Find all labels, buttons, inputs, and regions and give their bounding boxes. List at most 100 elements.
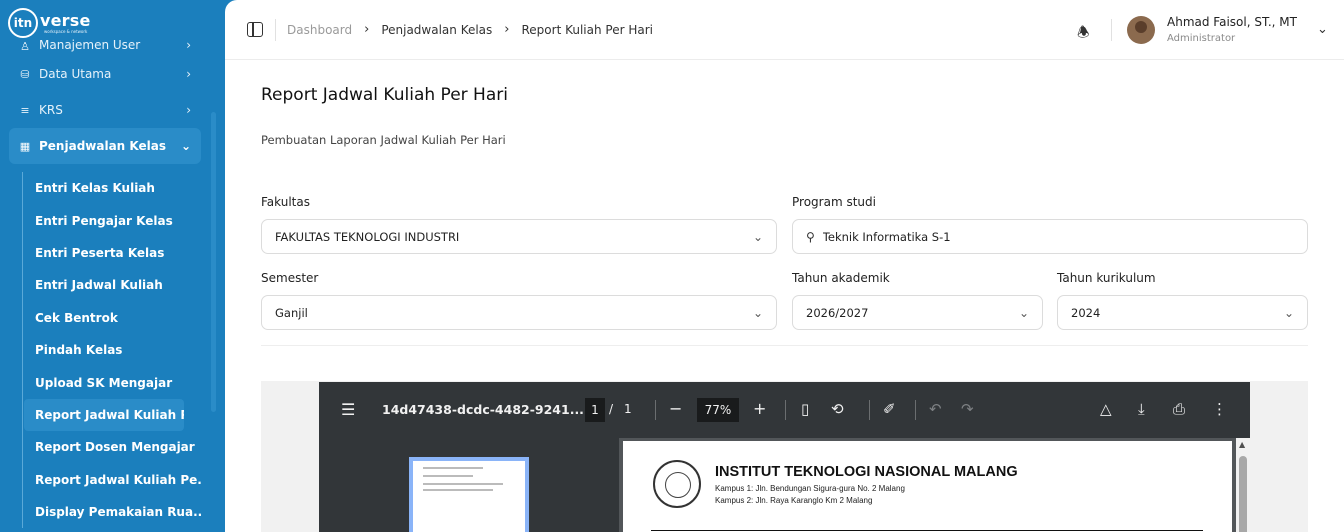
tahun-kurikulum-select[interactable]: 2024 ⌄ <box>1057 295 1308 330</box>
database-icon: ⛁ <box>20 67 30 81</box>
tahun-kurikulum-value: 2024 <box>1071 305 1101 320</box>
tahun-akademik-select[interactable]: 2026/2027 ⌄ <box>792 295 1043 330</box>
sidebar-item-penjadwalan-kelas[interactable]: ▦ Penjadwalan Kelas ⌄ <box>9 128 201 164</box>
sidebar-item-krs[interactable]: ≡ KRS › <box>9 92 201 128</box>
submenu-item[interactable]: Upload SK Mengajar <box>23 366 202 398</box>
download-icon[interactable]: ⤓ <box>1138 400 1145 418</box>
pdf-page: INSTITUT TEKNOLOGI NASIONAL MALANG Kampu… <box>623 441 1232 532</box>
prodi-value: Teknik Informatika S-1 <box>822 229 951 244</box>
thumbnail-text-line <box>423 489 493 491</box>
submenu-item[interactable]: Report Dosen Mengajar <box>23 431 202 463</box>
chevron-down-icon: ⌄ <box>752 229 763 244</box>
sidebar-scrollbar[interactable] <box>211 112 216 412</box>
toolbar-divider <box>915 400 916 420</box>
fakultas-label: Fakultas <box>261 195 310 209</box>
header-rule <box>651 530 1203 531</box>
zoom-in-icon[interactable]: + <box>753 399 766 418</box>
pdf-viewer: ☰ 14d47438-dcdc-4482-9241... 1 / 1 − 77%… <box>319 382 1250 532</box>
toolbar-divider <box>655 400 656 420</box>
menu-icon[interactable]: ☰ <box>341 400 355 419</box>
campus-2-address: Kampus 2: Jln. Raya Karanglo Km 2 Malang <box>715 496 873 505</box>
institution-seal <box>653 460 701 508</box>
sidebar-item-label: KRS <box>39 103 63 117</box>
pdf-thumbnail-panel <box>319 438 619 532</box>
breadcrumb-penjadwalan[interactable]: Penjadwalan Kelas <box>381 23 492 37</box>
annotate-icon[interactable]: ✐ <box>883 400 896 418</box>
submenu-penjadwalan-kelas: Entri Kelas Kuliah Entri Pengajar Kelas … <box>22 172 202 529</box>
zoom-level-input[interactable]: 77% <box>697 398 739 422</box>
pdf-filename: 14d47438-dcdc-4482-9241... <box>382 402 584 417</box>
calendar-icon: ▦ <box>19 139 31 153</box>
sidebar-item-data-utama[interactable]: ⛁ Data Utama › <box>9 56 201 92</box>
thumbnail-text-line <box>423 483 503 485</box>
print-icon[interactable]: ⎙ <box>1173 400 1185 418</box>
sidebar: itn verse workspace & network ♙ Manajeme… <box>0 0 225 532</box>
prodi-label: Program studi <box>792 195 876 209</box>
pdf-scrollbar[interactable]: ▲ <box>1236 438 1250 532</box>
tahun-kurikulum-label: Tahun kurikulum <box>1057 271 1156 285</box>
submenu-item[interactable]: Cek Bentrok <box>23 302 202 334</box>
chevron-down-icon: ⌄ <box>752 305 763 320</box>
save-to-drive-icon[interactable]: △ <box>1100 400 1112 418</box>
bell-icon[interactable]: 🕭 <box>1077 22 1091 41</box>
avatar[interactable] <box>1127 16 1155 44</box>
prodi-search-input[interactable]: ⚲ Teknik Informatika S-1 <box>792 219 1308 254</box>
page-thumbnail[interactable] <box>409 457 529 532</box>
rotate-icon[interactable]: ⟲ <box>831 400 844 418</box>
submenu-item[interactable]: Entri Jadwal Kuliah <box>23 269 202 301</box>
brand-logo[interactable]: itn verse workspace & network <box>8 8 91 38</box>
chevron-down-icon: ⌄ <box>1283 305 1294 320</box>
scroll-thumb[interactable] <box>1239 456 1247 532</box>
scroll-up-icon[interactable]: ▲ <box>1239 440 1245 449</box>
topbar-divider <box>275 19 276 41</box>
undo-icon[interactable]: ↶ <box>929 400 942 418</box>
sidebar-item-label: Manajemen User <box>39 38 141 52</box>
more-options-icon[interactable]: ⋮ <box>1212 400 1227 418</box>
breadcrumb-dashboard[interactable]: Dashboard <box>287 23 352 37</box>
topbar: Dashboard › Penjadwalan Kelas › Report K… <box>225 0 1344 60</box>
submenu-item[interactable]: Report Jadwal Kuliah Pe... <box>23 464 202 496</box>
redo-icon[interactable]: ↷ <box>961 400 974 418</box>
submenu-item-active[interactable]: Report Jadwal Kuliah Pe... <box>24 398 184 432</box>
tahun-akademik-value: 2026/2027 <box>806 305 869 320</box>
campus-1-address: Kampus 1: Jln. Bendungan Sigura-gura No.… <box>715 484 905 493</box>
fakultas-select[interactable]: FAKULTAS TEKNOLOGI INDUSTRI ⌄ <box>261 219 777 254</box>
chevron-down-icon[interactable]: ⌄ <box>1317 22 1328 37</box>
sidebar-item-label: Penjadwalan Kelas <box>39 139 166 153</box>
submenu-item[interactable]: Entri Peserta Kelas <box>23 237 202 269</box>
user-role: Administrator <box>1167 33 1236 44</box>
sidebar-menu: ♙ Manajemen User › ⛁ Data Utama › ≡ KRS … <box>9 24 201 164</box>
page-subtitle: Pembuatan Laporan Jadwal Kuliah Per Hari <box>261 133 506 147</box>
topbar-divider <box>1111 19 1112 41</box>
chevron-down-icon: ⌄ <box>1018 305 1029 320</box>
submenu-item[interactable]: Pindah Kelas <box>23 334 202 366</box>
fit-page-icon[interactable]: ▯ <box>801 400 809 418</box>
chevron-right-icon: › <box>186 67 191 81</box>
fakultas-value: FAKULTAS TEKNOLOGI INDUSTRI <box>275 229 460 244</box>
zoom-out-icon[interactable]: − <box>669 399 682 418</box>
chevron-right-icon: › <box>186 38 191 52</box>
semester-select[interactable]: Ganjil ⌄ <box>261 295 777 330</box>
logo-word: verse <box>40 10 91 30</box>
thumbnail-text-line <box>423 467 483 469</box>
submenu-item[interactable]: Display Pemakaian Rua... <box>23 496 202 528</box>
chevron-right-icon: › <box>364 22 370 37</box>
institution-name: INSTITUT TEKNOLOGI NASIONAL MALANG <box>715 464 1018 480</box>
user-name: Ahmad Faisol, ST., MT <box>1167 15 1297 29</box>
semester-value: Ganjil <box>275 305 308 320</box>
breadcrumb-current: Report Kuliah Per Hari <box>521 22 654 37</box>
logo-mark: itn <box>8 8 38 38</box>
toolbar-divider <box>785 400 786 420</box>
list-icon: ≡ <box>20 103 30 117</box>
page-separator: / <box>609 402 614 416</box>
sidebar-toggle-icon[interactable] <box>247 22 263 37</box>
sidebar-item-label: Data Utama <box>39 67 112 81</box>
page-title: Report Jadwal Kuliah Per Hari <box>261 85 508 105</box>
chevron-right-icon: › <box>504 22 510 37</box>
page-total: 1 <box>624 402 632 416</box>
page-number-input[interactable]: 1 <box>585 398 605 422</box>
pdf-preview-area: ☰ 14d47438-dcdc-4482-9241... 1 / 1 − 77%… <box>261 381 1308 532</box>
submenu-item[interactable]: Entri Kelas Kuliah <box>23 172 202 204</box>
submenu-item[interactable]: Entri Pengajar Kelas <box>23 204 202 236</box>
toolbar-divider <box>869 400 870 420</box>
